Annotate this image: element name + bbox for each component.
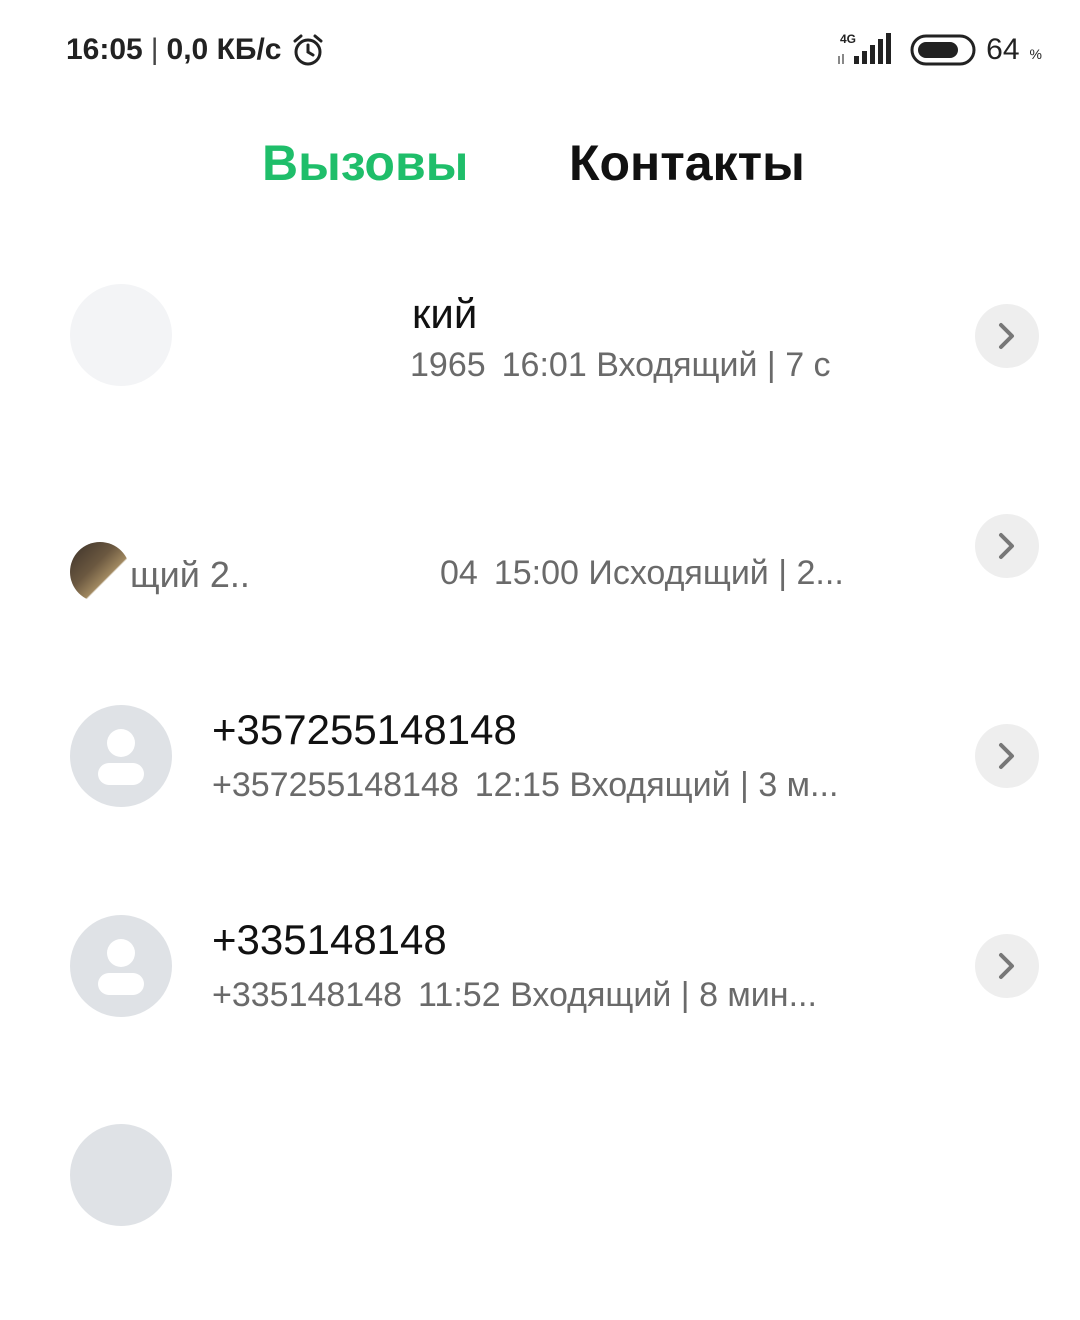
chevron-right-icon [999, 953, 1014, 979]
tab-contacts[interactable]: Контакты [569, 128, 805, 198]
call-type-duration: Исходящий | 2... [588, 554, 844, 592]
call-name: кий [412, 290, 478, 337]
status-left: 16:05 | 0,0 КБ/с [66, 30, 325, 70]
call-time: 16:01 [501, 346, 587, 384]
call-type-duration: Входящий | 8 мин... [510, 976, 817, 1014]
status-right: 4G 64 % [836, 28, 1042, 72]
signal-icon: 4G [836, 30, 896, 70]
battery-icon [910, 32, 978, 68]
chevron-right-icon [999, 323, 1014, 349]
call-number: +357255148148 [212, 766, 459, 804]
battery-unit: % [1029, 46, 1042, 62]
call-row[interactable]: кий 1965 16:01 Входящий | 7 с [0, 270, 1080, 480]
call-time: 15:00 [493, 554, 579, 592]
status-time: 16:05 [66, 33, 143, 66]
avatar-person-icon [107, 729, 135, 757]
call-details: 04 15:00 Исходящий | 2... [440, 554, 844, 593]
avatar-person-icon [107, 939, 135, 967]
call-type-duration: Входящий | 7 с [596, 346, 831, 384]
call-name: +335148148 [212, 916, 447, 963]
call-details-button[interactable] [975, 724, 1039, 788]
call-details-button[interactable] [975, 514, 1039, 578]
call-time: 12:15 [474, 766, 560, 804]
call-name: щий 2.. [130, 554, 250, 595]
call-details: +357255148148 12:15 Входящий | 3 м... [212, 766, 838, 805]
status-separator: | [150, 33, 159, 66]
chevron-right-icon [999, 743, 1014, 769]
network-type-label: 4G [840, 32, 856, 46]
battery-level: 64 [986, 33, 1020, 66]
avatar [70, 1124, 172, 1226]
call-time: 11:52 [418, 976, 501, 1014]
call-details: +335148148 11:52 Входящий | 8 мин... [212, 976, 817, 1015]
call-name: +357255148148 [212, 706, 517, 753]
call-number: 04 [440, 554, 478, 592]
avatar [70, 915, 172, 1017]
call-number: +335148148 [212, 976, 403, 1014]
call-number: 1965 [410, 346, 486, 384]
call-row[interactable]: щий 2.. 04 15:00 Исходящий | 2... [0, 480, 1080, 690]
call-row[interactable] [0, 1110, 1080, 1320]
avatar [70, 284, 172, 386]
avatar [70, 705, 172, 807]
call-row[interactable]: +357255148148 +357255148148 12:15 Входящи… [0, 690, 1080, 900]
alarm-icon [291, 33, 325, 67]
tab-calls[interactable]: Вызовы [262, 128, 468, 198]
call-details-button[interactable] [975, 934, 1039, 998]
call-details: 1965 16:01 Входящий | 7 с [410, 346, 831, 385]
avatar [70, 542, 130, 602]
call-row[interactable]: +335148148 +335148148 11:52 Входящий | 8 … [0, 900, 1080, 1110]
call-type-duration: Входящий | 3 м... [569, 766, 839, 804]
call-details-button[interactable] [975, 304, 1039, 368]
network-speed: 0,0 КБ/с [166, 33, 282, 66]
chevron-right-icon [999, 533, 1014, 559]
status-bar: 16:05 | 0,0 КБ/с 4G 64 % [0, 0, 1080, 100]
tab-bar: Вызовы Контакты [0, 128, 1080, 198]
